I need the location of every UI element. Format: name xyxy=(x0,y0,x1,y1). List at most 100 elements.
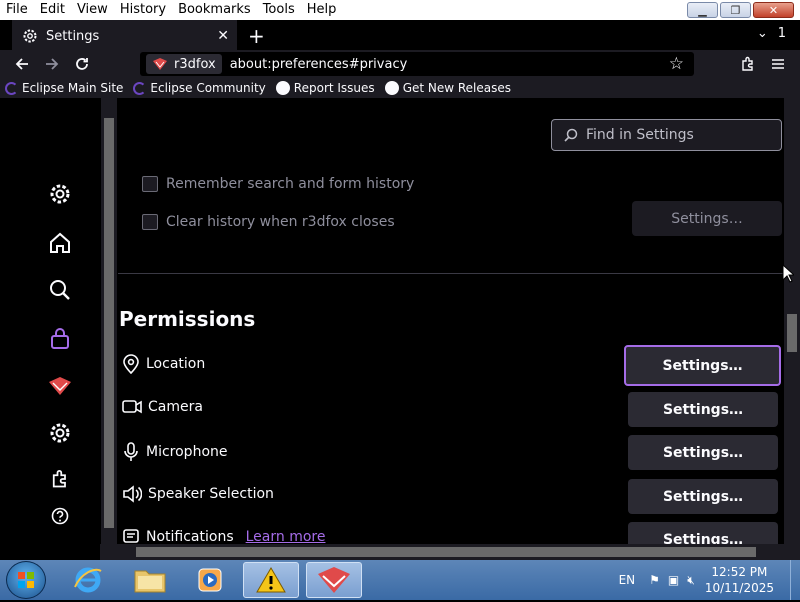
app-menu-button[interactable] xyxy=(768,54,788,74)
bookmark-eclipse-community[interactable]: Eclipse Community xyxy=(128,81,270,95)
category-privacy[interactable] xyxy=(46,324,74,352)
show-desktop-button[interactable] xyxy=(790,560,800,600)
permission-location: Location xyxy=(122,354,205,374)
tab-title: Settings xyxy=(46,28,100,44)
window-controls: ▁ ❐ ✕ xyxy=(687,2,794,18)
scroll-thumb[interactable] xyxy=(136,547,756,557)
tab-settings[interactable]: Settings ✕ xyxy=(12,20,237,50)
maximize-button[interactable]: ❐ xyxy=(720,2,751,18)
r3dfox-logo-icon xyxy=(49,377,71,395)
windows-taskbar: EN ⚑ ▣ 🔇︎ 12:52 PM 10/11/2025 xyxy=(0,560,800,600)
system-tray: EN ⚑ ▣ 🔇︎ 12:52 PM 10/11/2025 xyxy=(619,560,800,600)
help-icon xyxy=(51,507,69,525)
clear-history-row: Clear history when r3dfox closes xyxy=(142,214,395,230)
page-horizontal-scrollbar[interactable] xyxy=(100,544,784,560)
internet-explorer-icon xyxy=(74,567,102,593)
find-in-settings-input[interactable]: Find in Settings xyxy=(551,119,782,151)
network-icon[interactable]: ▣ xyxy=(668,573,679,587)
taskbar-r3dfox[interactable] xyxy=(306,562,362,598)
mouse-cursor-icon xyxy=(782,264,794,283)
clear-history-checkbox[interactable] xyxy=(142,214,158,230)
scroll-thumb[interactable] xyxy=(104,118,114,528)
lock-icon xyxy=(51,328,69,349)
reload-button[interactable] xyxy=(72,54,92,74)
category-home[interactable] xyxy=(46,229,74,257)
notification-icon xyxy=(123,529,139,543)
bookmark-label: Eclipse Main Site xyxy=(22,81,124,95)
menu-tools[interactable]: Tools xyxy=(257,0,301,20)
puzzle-icon xyxy=(742,56,753,71)
forward-arrow-icon xyxy=(46,58,59,70)
extensions-button[interactable] xyxy=(738,54,758,74)
camera-icon xyxy=(122,400,142,414)
learn-more-link[interactable]: Learn more xyxy=(246,529,326,544)
taskbar-internet-explorer[interactable] xyxy=(60,562,116,598)
page-vertical-scrollbar[interactable] xyxy=(784,98,800,544)
gear-icon xyxy=(23,29,37,43)
tab-count: 1 xyxy=(777,26,786,41)
taskbar-media-player[interactable] xyxy=(182,562,238,598)
menu-edit[interactable]: Edit xyxy=(34,0,71,20)
history-settings-button[interactable]: Settings… xyxy=(632,201,782,236)
location-settings-button[interactable]: Settings… xyxy=(624,345,781,386)
language-indicator[interactable]: EN xyxy=(619,573,636,587)
taskbar-file-explorer[interactable] xyxy=(122,562,178,598)
camera-settings-button[interactable]: Settings… xyxy=(628,392,778,427)
bookmark-report-issues[interactable]: Report Issues xyxy=(271,81,380,95)
permission-camera: Camera xyxy=(122,399,203,415)
minimize-button[interactable]: ▁ xyxy=(687,2,718,18)
category-r3dfox[interactable] xyxy=(46,372,74,400)
speaker-icon xyxy=(123,485,142,503)
back-button[interactable] xyxy=(12,54,32,74)
remember-search-history-checkbox[interactable] xyxy=(142,176,158,192)
menu-help[interactable]: Help xyxy=(301,0,343,20)
windows-logo-icon xyxy=(18,572,34,588)
list-all-tabs[interactable]: ⌄ 1 xyxy=(757,26,786,41)
category-general[interactable] xyxy=(46,180,74,208)
notifications-settings-button[interactable]: Settings… xyxy=(628,522,778,544)
back-arrow-icon xyxy=(15,58,28,70)
system-clock[interactable]: 12:52 PM 10/11/2025 xyxy=(705,564,774,596)
close-tab-icon[interactable]: ✕ xyxy=(217,28,229,44)
sidebar-scrollbar[interactable] xyxy=(101,98,117,544)
menu-view[interactable]: View xyxy=(71,0,114,20)
volume-muted-icon[interactable]: 🔇︎ xyxy=(687,573,695,588)
category-support[interactable] xyxy=(46,502,74,530)
permission-microphone: Microphone xyxy=(122,442,228,462)
speaker-settings-button[interactable]: Settings… xyxy=(628,479,778,514)
category-extensions[interactable] xyxy=(46,465,74,493)
permissions-heading: Permissions xyxy=(119,307,256,331)
tab-strip: Settings ✕ + ⌄ 1 xyxy=(0,20,800,50)
taskbar-warning-app[interactable] xyxy=(243,562,299,598)
forward-button[interactable] xyxy=(42,54,62,74)
section-divider xyxy=(118,273,784,274)
flag-icon[interactable]: ⚑ xyxy=(649,573,660,587)
menu-file[interactable]: File xyxy=(0,0,34,20)
bookmark-eclipse-main[interactable]: Eclipse Main Site xyxy=(0,81,128,95)
reload-icon xyxy=(76,58,88,70)
menu-bookmarks[interactable]: Bookmarks xyxy=(172,0,257,20)
identity-box[interactable]: r3dfox xyxy=(146,54,222,74)
bookmark-get-new-releases[interactable]: Get New Releases xyxy=(380,81,516,95)
microphone-icon xyxy=(124,442,138,461)
new-tab-button[interactable]: + xyxy=(248,24,265,48)
scroll-thumb[interactable] xyxy=(787,314,797,352)
menu-history[interactable]: History xyxy=(114,0,172,20)
gear-icon xyxy=(50,423,70,443)
chevron-down-icon: ⌄ xyxy=(756,26,768,41)
start-button[interactable] xyxy=(6,561,46,599)
settings-page: Find in Settings Remember search and for… xyxy=(0,98,784,544)
microphone-settings-button[interactable]: Settings… xyxy=(628,435,778,470)
category-search[interactable] xyxy=(46,276,74,304)
url-text: about:preferences#privacy xyxy=(229,56,408,72)
bookmark-star-icon[interactable]: ☆ xyxy=(669,54,684,74)
clock-time: 12:52 PM xyxy=(711,565,768,579)
gear-icon xyxy=(50,184,70,204)
close-window-button[interactable]: ✕ xyxy=(753,2,794,18)
category-more[interactable] xyxy=(46,419,74,447)
url-bar[interactable]: r3dfox about:preferences#privacy ☆ xyxy=(140,52,694,76)
permission-speaker: Speaker Selection xyxy=(122,485,274,503)
location-pin-icon xyxy=(123,354,139,374)
nav-bar: r3dfox about:preferences#privacy ☆ xyxy=(0,50,800,78)
folder-icon xyxy=(134,570,166,593)
